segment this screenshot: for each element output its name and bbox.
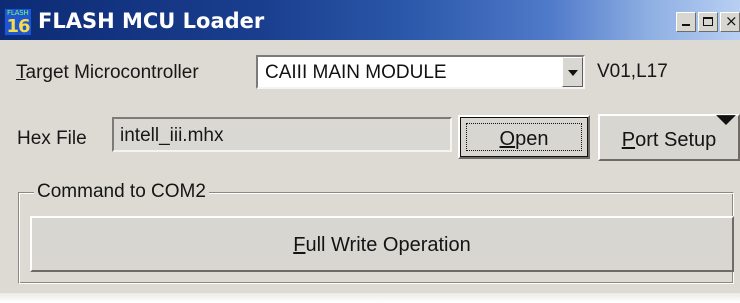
- window-title: FLASH MCU Loader: [38, 9, 265, 33]
- port-setup-button-label: Port Setup: [621, 129, 717, 151]
- close-button[interactable]: ×: [720, 12, 740, 32]
- window-controls: ×: [676, 12, 740, 36]
- target-microcontroller-dropdown[interactable]: CAIII MAIN MODULE: [256, 55, 585, 89]
- open-button-label: Open: [499, 128, 549, 150]
- hex-file-label: Hex File: [17, 128, 87, 149]
- window-bottom-edge: [0, 293, 740, 303]
- port-setup-button[interactable]: Port Setup: [598, 114, 740, 161]
- window-titlebar[interactable]: FLASH 16 FLASH MCU Loader ×: [0, 0, 740, 40]
- flash-mcu-loader-window: FLASH 16 FLASH MCU Loader × Target Micro…: [0, 0, 740, 303]
- maximize-icon: [703, 17, 713, 26]
- dropdown-button[interactable]: [562, 57, 583, 87]
- open-button[interactable]: Open: [458, 115, 590, 159]
- maximize-button[interactable]: [698, 12, 718, 32]
- target-microcontroller-value: CAIII MAIN MODULE: [265, 62, 447, 83]
- minimize-button[interactable]: [676, 12, 696, 32]
- hex-file-field[interactable]: intell_iii.mhx: [112, 117, 452, 152]
- minimize-icon: [682, 24, 690, 26]
- full-write-operation-button[interactable]: Full Write Operation: [30, 216, 734, 272]
- app-icon-bottom-text: 16: [6, 16, 30, 36]
- full-write-operation-label: Full Write Operation: [293, 234, 471, 256]
- command-group-title: Command to COM2: [34, 181, 209, 203]
- target-microcontroller-label: Target Microcontroller: [16, 62, 199, 83]
- flash-loader-app-icon: FLASH 16: [4, 8, 32, 36]
- hex-file-value: intell_iii.mhx: [120, 125, 224, 146]
- version-label: V01,L17: [597, 61, 668, 82]
- chevron-down-icon: [568, 70, 578, 76]
- close-icon: ×: [725, 12, 738, 30]
